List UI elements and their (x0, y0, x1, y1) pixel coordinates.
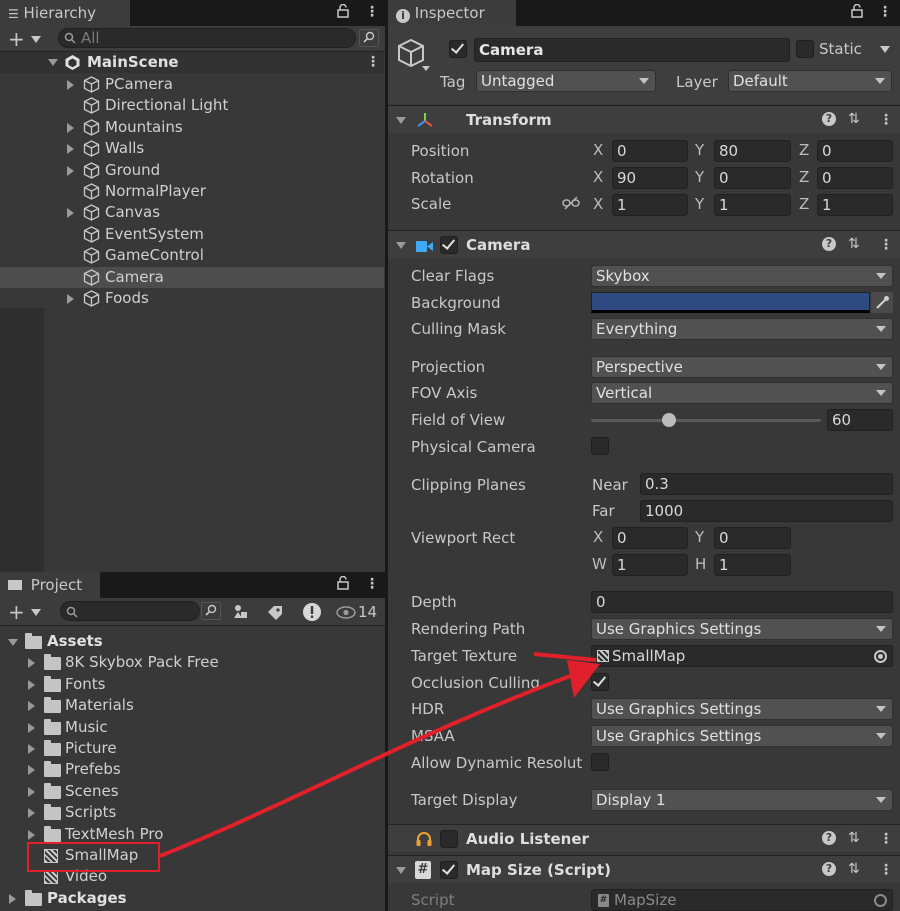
drag-annotation-arrow (159, 666, 593, 858)
annotation-arrows (159, 652, 600, 858)
annotation-pointer-line (533, 652, 597, 662)
annotation-arrowhead-icon (567, 660, 600, 698)
